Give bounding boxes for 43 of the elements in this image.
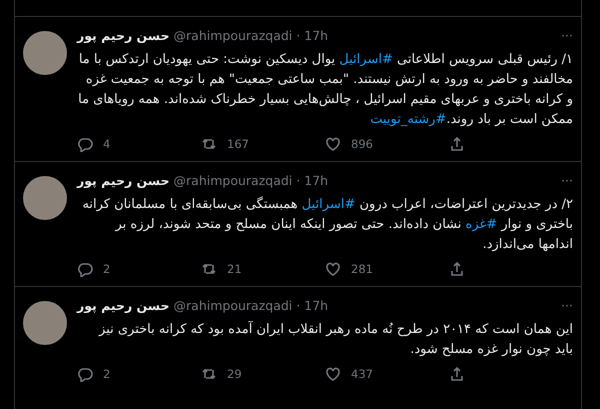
heart-icon[interactable]: [325, 261, 341, 278]
share-icon[interactable]: [449, 366, 465, 382]
retweet-count: 21: [227, 260, 242, 278]
share-icon[interactable]: [449, 261, 465, 278]
avatar[interactable]: [23, 301, 67, 345]
reply-count: 2: [103, 366, 110, 383]
tweet-text: ۱/ رئیس قبلی سرویس اطلاعاتی #اسرائیل یوال دیسکین نوشت: حتی یهودیان ارتدکس با ما مخالفند و حاضر به ورود به ارتش نیستند. "بمب ساعتی جمعیت" هم با توجه به جمعیت غزه و کرانه باختری و عربهای مقیم اسرائیل ، چالش‌هایی بسیار خطرناک شده‌اند. همه رویاهای ما ممکن است بر باد روند.#رشته_توییت: [77, 50, 573, 129]
tweet-time[interactable]: 17h: [304, 297, 328, 316]
author-handle: @rahimpourazqadi: [174, 27, 292, 45]
tweet-text: این همان است که ۲۰۱۴ در طرح نُه ماده رهبر انقلاب ایران آمده بود که کرانه باختری نیز باید چون نوار غزه مسلح شود.: [98, 320, 573, 359]
hashtag-link[interactable]: #اسرائیل: [302, 196, 356, 212]
author-name[interactable]: حسن رحیم پور: [77, 27, 170, 46]
retweet-count: 29: [227, 366, 242, 383]
separator-dot: ·: [296, 27, 300, 45]
author-handle: @rahimpourazqadi: [174, 172, 292, 190]
author-handle: @rahimpourazqadi: [174, 297, 292, 315]
tweet-time[interactable]: 17h: [304, 27, 328, 46]
share-icon[interactable]: [449, 136, 465, 152]
separator-dot: ·: [296, 297, 300, 315]
like-count: 896: [351, 136, 373, 153]
reply-icon[interactable]: [77, 366, 93, 382]
retweet-count: 167: [227, 136, 249, 153]
reply-count: 2: [103, 260, 110, 278]
heart-icon[interactable]: [325, 136, 341, 152]
reply-count: 4: [103, 136, 110, 153]
separator-dot: ·: [296, 172, 300, 190]
author-name[interactable]: حسن رحیم پور: [77, 172, 170, 191]
reply-icon[interactable]: [77, 261, 93, 278]
avatar[interactable]: [23, 176, 67, 220]
more-button[interactable]: ···: [561, 27, 573, 46]
tweet-time[interactable]: 17h: [304, 172, 328, 191]
avatar[interactable]: [23, 31, 67, 75]
like-count: 437: [351, 366, 373, 383]
tweet-text: ۲/ در جدیدترین اعتراضات، اعراب درون #اسرائیل همبستگی بی‌سابقه‌ای با مسلمانان کرانه باختری و نوار #غزه نشان داده‌اند. حتی تصور اینکه اینان مسلح و متحد شوند، لرزه بر اندامها می‌اندازد.: [81, 196, 573, 254]
hashtag-link[interactable]: #غزه: [466, 216, 498, 232]
reply-icon[interactable]: [77, 136, 93, 152]
hashtag-link[interactable]: #رشته_توییت: [370, 112, 446, 127]
more-button[interactable]: ···: [561, 172, 573, 191]
hashtag-link[interactable]: #اسرائیل: [339, 52, 393, 67]
author-name[interactable]: حسن رحیم پور: [77, 297, 170, 316]
more-button[interactable]: ···: [561, 297, 573, 316]
heart-icon[interactable]: [325, 366, 341, 382]
like-count: 281: [351, 260, 373, 278]
